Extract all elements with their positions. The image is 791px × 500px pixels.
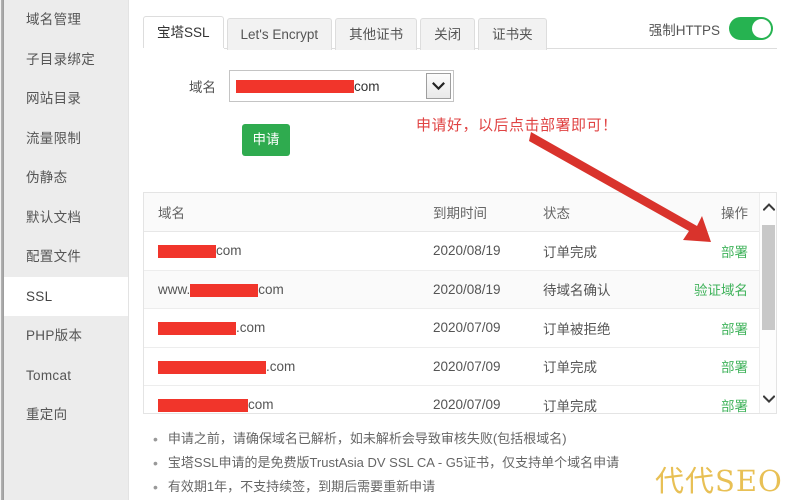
tab-3[interactable]: 其他证书 — [335, 18, 418, 50]
sidebar-item-7[interactable]: 配置文件 — [4, 237, 128, 277]
sidebar-item-10[interactable]: Tomcat — [4, 356, 128, 396]
action-link[interactable]: 部署 — [721, 322, 748, 337]
redacted-domain-bar — [158, 245, 216, 259]
notes-list: • 申请之前，请确保域名已解析，如未解析会导致审核失败(包括根域名) • 宝塔SSL申… — [143, 427, 783, 499]
table-scrollbar[interactable] — [759, 193, 776, 413]
cell-status: 订单完成 — [529, 231, 664, 271]
main-panel: 宝塔SSL Let's Encrypt 其他证书 关闭 证书夹 强制HTTPS 域名 c… — [129, 0, 791, 500]
domain-suffix: com — [248, 397, 274, 413]
cell-expiry: 2020/07/09 — [419, 308, 529, 348]
column-header-domain: 域名 — [144, 193, 419, 232]
cell-domain: .com — [144, 347, 419, 386]
note-text: 宝塔SSL申请的是免费版TrustAsia DV SSL CA - G5证书，仅… — [167, 455, 620, 470]
force-https-control[interactable]: 强制HTTPS — [649, 17, 773, 40]
tabs-row: 宝塔SSL Let's Encrypt 其他证书 关闭 证书夹 强制HTTPS — [129, 0, 791, 57]
annotation-text: 申请好，以后点击部署即可！ — [416, 116, 618, 134]
table-header-row: 域名 到期时间 状态 操作 — [144, 193, 760, 232]
cell-domain: com — [144, 385, 419, 413]
domain-select-value: com — [236, 79, 380, 94]
domain-tld: com — [354, 78, 380, 94]
column-header-status: 状态 — [529, 193, 664, 232]
note-text: 有效期1年，不支持续签，到期后需要重新申请 — [167, 479, 436, 494]
page-scrollbar-sliver[interactable] — [0, 0, 4, 500]
cell-action: 部署 — [664, 308, 760, 348]
cell-status: 待域名确认 — [529, 270, 664, 309]
sidebar-item-9[interactable]: PHP版本 — [4, 316, 128, 356]
redacted-domain-bar — [158, 360, 266, 374]
cell-expiry: 2020/07/09 — [419, 347, 529, 386]
table-head: 域名 到期时间 状态 操作 — [144, 193, 760, 232]
toggle-knob — [752, 19, 771, 38]
cell-expiry: 2020/08/19 — [419, 231, 529, 271]
sidebar-item-11[interactable]: 重定向 — [4, 395, 128, 435]
table-row: com 2020/08/19 订单完成 部署 — [144, 231, 760, 271]
domain-select-row: 域名 com — [129, 70, 791, 102]
tab-1[interactable]: 宝塔SSL — [143, 16, 224, 50]
domain-prefix: www. — [158, 281, 191, 297]
tab-4[interactable]: 关闭 — [420, 18, 476, 50]
cell-status: 订单完成 — [529, 347, 664, 386]
scroll-up-icon[interactable] — [760, 193, 776, 221]
domain-label: 域名 — [189, 80, 216, 95]
certificate-table: 域名 到期时间 状态 操作 com 2020/08/19 订单完成 部署 www. com… — [143, 192, 777, 414]
bullet-icon: • — [153, 431, 158, 447]
sidebar-item-5[interactable]: 伪静态 — [4, 158, 128, 198]
sidebar: 域名管理 子目录绑定 网站目录 流量限制 伪静态 默认文档 配置文件 SSL PHP版本 Tomc… — [4, 0, 129, 500]
active-tab-underline-mask — [143, 48, 224, 50]
note-item: • 申请之前，请确保域名已解析，如未解析会导致审核失败(包括根域名) — [143, 427, 783, 451]
tab-5[interactable]: 证书夹 — [478, 18, 547, 50]
redacted-domain-bar — [158, 399, 248, 413]
force-https-label: 强制HTTPS — [648, 22, 720, 38]
sidebar-item-6[interactable]: 默认文档 — [4, 198, 128, 238]
cell-action: 验证域名 — [664, 270, 760, 309]
certificate-table-inner: 域名 到期时间 状态 操作 com 2020/08/19 订单完成 部署 www. com… — [144, 193, 760, 413]
domain-suffix: .com — [266, 358, 296, 374]
action-link[interactable]: 验证域名 — [694, 283, 748, 298]
tab-bar: 宝塔SSL Let's Encrypt 其他证书 关闭 证书夹 — [143, 16, 550, 50]
cell-domain: .com — [144, 308, 419, 348]
sidebar-item-3[interactable]: 网站目录 — [4, 79, 128, 119]
cell-domain: www. com — [144, 270, 419, 309]
cell-action: 部署 — [664, 347, 760, 386]
cell-expiry: 2020/08/19 — [419, 270, 529, 309]
table-row: com 2020/07/09 订单完成部署 — [144, 385, 760, 413]
scroll-down-icon[interactable] — [760, 385, 776, 413]
table-row: www. com 2020/08/19 待域名确认 验证域名 — [144, 270, 760, 309]
column-header-expiry: 到期时间 — [419, 193, 529, 232]
bullet-icon: • — [153, 479, 158, 495]
apply-button[interactable]: 申请 — [242, 124, 290, 156]
sidebar-item-2[interactable]: 子目录绑定 — [4, 40, 128, 80]
table-body: com 2020/08/19 订单完成 部署 www. com 2020/08/19 待域名确… — [144, 231, 760, 413]
table-row: .com 2020/07/09 订单被拒绝 部署 — [144, 308, 760, 348]
domain-suffix: com — [258, 281, 284, 297]
action-link[interactable]: 部署 — [721, 399, 748, 413]
cell-expiry: 2020/07/09 — [419, 385, 529, 413]
domain-suffix: .com — [236, 320, 266, 336]
force-https-toggle[interactable] — [729, 17, 773, 40]
sidebar-item-1[interactable]: 域名管理 — [4, 0, 128, 40]
tab-2[interactable]: Let's Encrypt — [226, 18, 333, 50]
note-item: • 有效期1年，不支持续签，到期后需要重新申请 — [143, 475, 783, 499]
sidebar-item-8[interactable]: SSL — [4, 276, 128, 316]
redacted-domain-bar — [158, 322, 236, 336]
action-link[interactable]: 部署 — [721, 360, 748, 375]
domain-select[interactable]: com — [229, 70, 454, 102]
cell-domain: com — [144, 231, 419, 271]
chevron-down-icon[interactable] — [426, 73, 451, 99]
note-text: 申请之前，请确保域名已解析，如未解析会导致审核失败(包括根域名) — [167, 431, 567, 446]
note-item: • 宝塔SSL申请的是免费版TrustAsia DV SSL CA - G5证书，… — [143, 451, 783, 475]
cell-action: 部署 — [664, 385, 760, 413]
redacted-domain-bar — [190, 283, 259, 297]
table-row: .com 2020/07/09 订单完成 部署 — [144, 347, 760, 386]
domain-suffix: com — [216, 243, 242, 259]
cell-status: 订单被拒绝 — [529, 308, 664, 348]
scrollbar-thumb[interactable] — [762, 225, 775, 330]
action-link[interactable]: 部署 — [721, 245, 748, 260]
bullet-icon: • — [153, 455, 158, 471]
cell-status: 订单完成 — [529, 385, 664, 413]
sidebar-item-4[interactable]: 流量限制 — [4, 119, 128, 159]
redacted-domain-bar — [236, 79, 354, 93]
column-header-action: 操作 — [664, 193, 760, 232]
cell-action: 部署 — [664, 231, 760, 271]
